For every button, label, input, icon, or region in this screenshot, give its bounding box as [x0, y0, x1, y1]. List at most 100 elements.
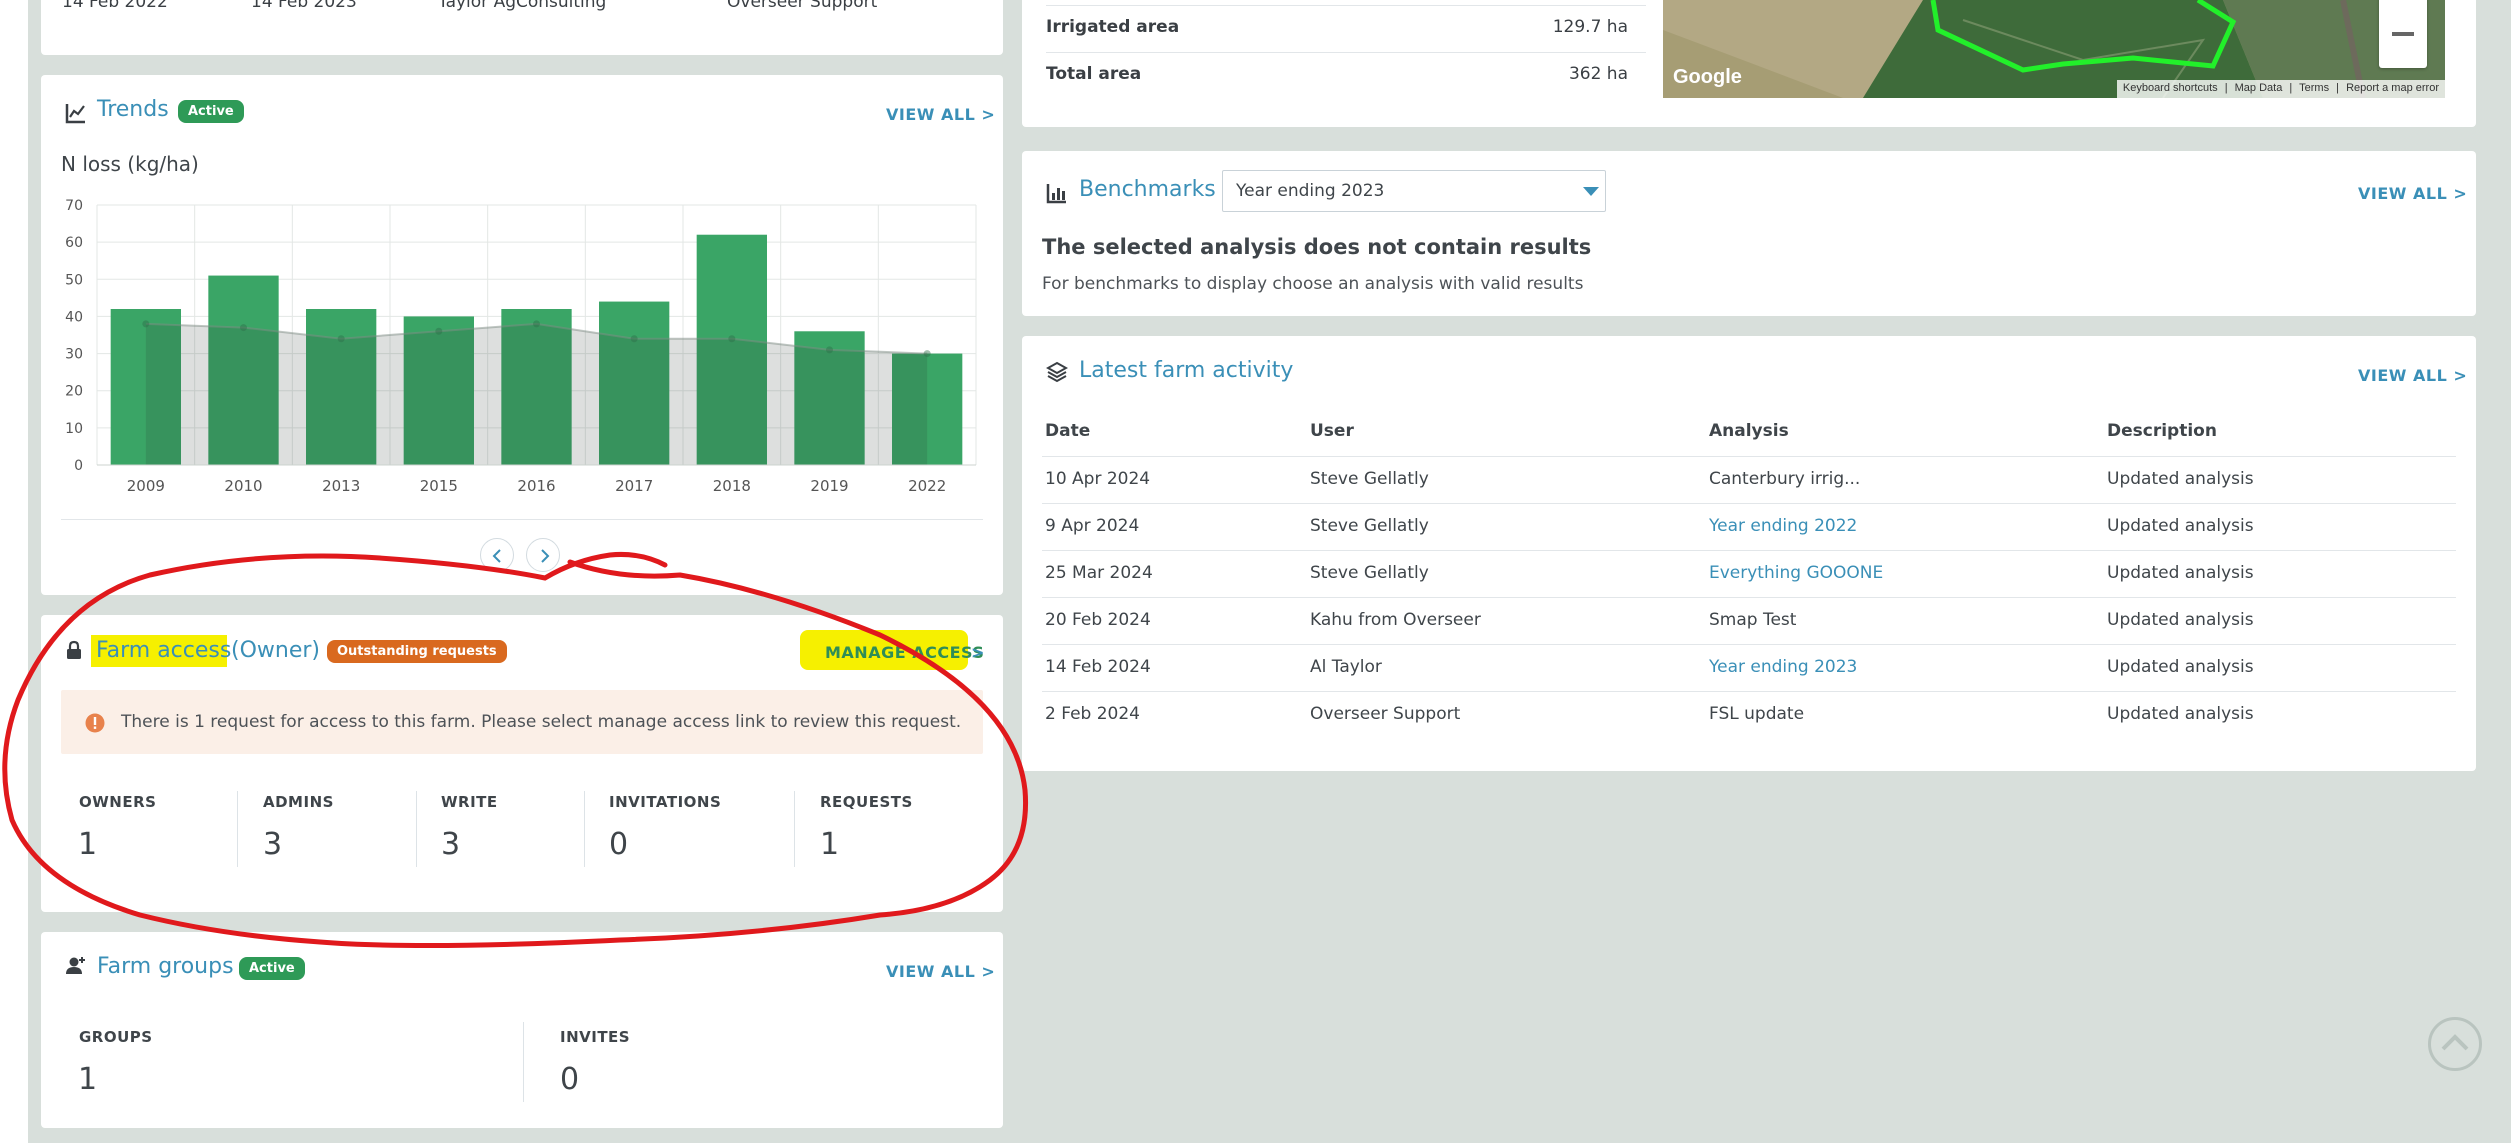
activity-cell-user: Steve Gellatly [1310, 516, 1429, 536]
trend-point [240, 324, 247, 332]
activity-cell-description: Updated analysis [2107, 610, 2254, 630]
select-value: Year ending 2023 [1236, 181, 1385, 201]
stat-owners-label: OWNERS [79, 793, 157, 811]
activity-cell-description: Updated analysis [2107, 516, 2254, 536]
x-tick-label: 2022 [908, 477, 946, 495]
activity-cell-user: Al Taylor [1310, 657, 1382, 677]
x-tick-label: 2019 [810, 477, 848, 495]
line-chart-icon [65, 104, 85, 124]
farm-map[interactable]: Google Keyboard shortcuts | Map Data | T… [1663, 0, 2445, 98]
stat-write-value: 3 [441, 827, 461, 862]
activity-cell-user: Steve Gellatly [1310, 563, 1429, 583]
map-terms-link[interactable]: Terms [2299, 82, 2329, 94]
summary-label: Total area [1046, 64, 1142, 84]
benchmarks-empty-title: The selected analysis does not contain r… [1042, 235, 1592, 259]
lock-icon [67, 640, 81, 659]
zoom-out-icon[interactable] [2392, 32, 2414, 36]
activity-cell-analysis[interactable]: Year ending 2022 [1709, 516, 1857, 536]
stat-write-label: WRITE [441, 793, 498, 811]
column-header-analysis: Analysis [1709, 421, 1789, 441]
activity-view-all-link[interactable]: VIEW ALL > [2358, 366, 2467, 385]
benchmarks-year-select[interactable]: Year ending 2023 [1222, 170, 1606, 212]
caret-down-icon [1583, 187, 1599, 196]
trend-point [728, 335, 736, 343]
farm-groups-card: Farm groups Active VIEW ALL > GROUPS 1 I… [41, 932, 1003, 1128]
access-request-alert: There is 1 request for access to this fa… [61, 690, 983, 754]
warning-icon [85, 713, 105, 733]
benchmarks-card: Benchmarks Year ending 2023 VIEW ALL > T… [1022, 151, 2476, 316]
summary-label: Irrigated area [1046, 17, 1180, 37]
activity-cell-description: Updated analysis [2107, 704, 2254, 724]
activity-cell-analysis[interactable]: Year ending 2023 [1709, 657, 1857, 677]
map-data-link[interactable]: Map Data [2235, 82, 2283, 94]
benchmarks-title[interactable]: Benchmarks [1079, 177, 1216, 202]
trend-point [533, 320, 540, 328]
map-keyboard-shortcuts[interactable]: Keyboard shortcuts [2123, 82, 2218, 94]
activity-cell-analysis[interactable]: Everything GOOONE [1709, 563, 1883, 583]
farm-groups-view-all-link[interactable]: VIEW ALL > [886, 962, 995, 981]
summary-value: 362 ha [1568, 64, 1628, 84]
trend-point [630, 335, 638, 343]
activity-cell-date: 14 Feb 2024 [1045, 657, 1151, 677]
column-header-user: User [1310, 421, 1354, 441]
activity-cell-analysis: Smap Test [1709, 610, 1797, 630]
activity-cell-date: 20 Feb 2024 [1045, 610, 1151, 630]
bar-chart-icon [1046, 184, 1066, 204]
x-tick-label: 2018 [713, 477, 751, 495]
layers-icon [1046, 361, 1068, 383]
activity-cell-description: Updated analysis [2107, 563, 2254, 583]
stat-groups-label: GROUPS [79, 1028, 153, 1046]
scroll-to-top-button[interactable] [2428, 1017, 2482, 1071]
stat-invites-value: 0 [560, 1062, 580, 1097]
activity-cell-description: Updated analysis [2107, 469, 2254, 489]
top-row-cell: Overseer Support [727, 0, 878, 12]
farm-history-card: 14 Feb 2022 14 Feb 2023 Taylor AgConsult… [41, 0, 1003, 55]
x-tick-label: 2013 [322, 477, 360, 495]
left-edge-panel [0, 0, 28, 1143]
x-tick-label: 2009 [127, 477, 165, 495]
activity-title[interactable]: Latest farm activity [1079, 358, 1293, 383]
stat-admins-value: 3 [263, 827, 283, 862]
top-row-cell: Taylor AgConsulting [438, 0, 607, 12]
zoom-controls [2379, 0, 2427, 68]
stat-requests-label: REQUESTS [820, 793, 913, 811]
activity-cell-user: Kahu from Overseer [1310, 610, 1481, 630]
stat-invitations-label: INVITATIONS [609, 793, 722, 811]
farm-groups-title[interactable]: Farm groups [97, 954, 234, 979]
x-tick-label: 2016 [517, 477, 555, 495]
activity-cell-date: 2 Feb 2024 [1045, 704, 1140, 724]
activity-cell-analysis: FSL update [1709, 704, 1805, 724]
user-group-icon [66, 957, 85, 974]
trends-title[interactable]: Trends [97, 97, 169, 122]
activity-cell-user: Overseer Support [1310, 704, 1461, 724]
x-tick-label: 2015 [420, 477, 458, 495]
trend-point [826, 346, 833, 354]
map-footer: Keyboard shortcuts | Map Data | Terms | … [2116, 80, 2445, 98]
y-tick-label: 10 [65, 421, 83, 437]
x-tick-label: 2017 [615, 477, 653, 495]
chevron-right-icon [541, 549, 550, 563]
y-tick-label: 70 [65, 198, 83, 214]
benchmarks-empty-message: For benchmarks to display choose an anal… [1042, 274, 1584, 294]
outstanding-requests-badge: Outstanding requests [327, 640, 507, 663]
trend-point [435, 327, 443, 335]
y-tick-label: 30 [65, 347, 83, 363]
map-report-error-link[interactable]: Report a map error [2346, 82, 2439, 94]
stat-admins-label: ADMINS [263, 793, 334, 811]
chart-prev-button[interactable] [480, 538, 514, 572]
trends-view-all-link[interactable]: VIEW ALL > [886, 105, 995, 124]
manage-access-link[interactable]: MANAGE ACCESS [825, 643, 984, 662]
farm-groups-status-badge: Active [239, 957, 305, 980]
activity-cell-date: 9 Apr 2024 [1045, 516, 1140, 536]
farm-access-title[interactable]: Farm access [96, 638, 231, 663]
chart-next-button[interactable] [526, 538, 560, 572]
n-loss-chart: 0 10 20 30 40 50 60 70 2009 2010 2013 2015 2016 2017 2… [65, 198, 977, 495]
farm-access-role: (Owner) [231, 638, 320, 663]
manage-access-arrow[interactable]: > [971, 643, 985, 662]
google-logo: Google [1673, 66, 1742, 88]
column-header-description: Description [2107, 421, 2217, 441]
benchmarks-view-all-link[interactable]: VIEW ALL > [2358, 184, 2467, 203]
top-row-cell: 14 Feb 2023 [251, 0, 357, 12]
top-row-cell: 14 Feb 2022 [62, 0, 168, 12]
summary-value: 129.7 ha [1552, 17, 1628, 37]
